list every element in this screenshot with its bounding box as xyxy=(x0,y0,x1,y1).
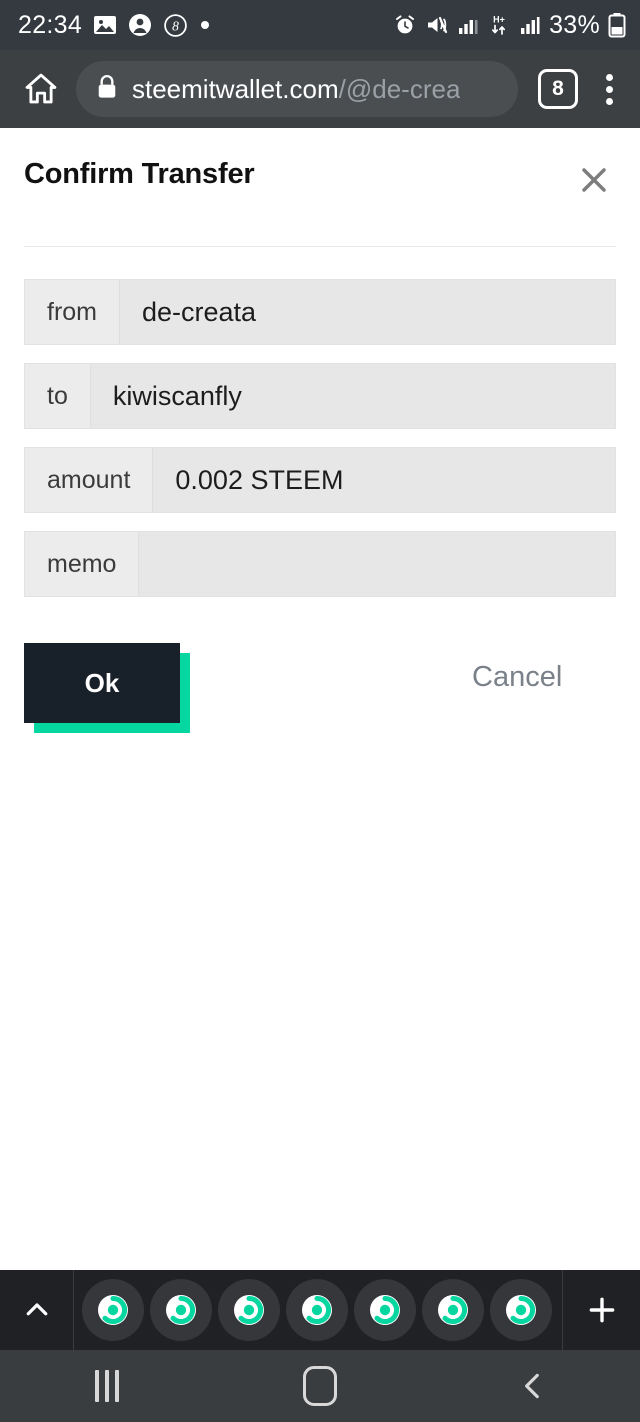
tab-thumb[interactable] xyxy=(490,1279,552,1341)
field-value: kiwiscanfly xyxy=(90,364,615,428)
field-value: 0.002 STEEM xyxy=(153,448,615,512)
tab-strip xyxy=(0,1270,640,1350)
field-label: from xyxy=(25,280,120,344)
ok-button[interactable]: Ok xyxy=(24,643,180,723)
field-value: de-creata xyxy=(120,280,615,344)
dialog-actions: Ok Cancel xyxy=(24,643,616,753)
open-tabs-list xyxy=(74,1279,562,1341)
tab-thumb[interactable] xyxy=(218,1279,280,1341)
home-square-icon[interactable] xyxy=(260,1350,380,1422)
status-bar-right: H+ 33% xyxy=(393,11,626,40)
signal-bars-2-icon xyxy=(519,14,541,36)
transfer-fields: from de-creata to kiwiscanfly amount 0.0… xyxy=(24,279,616,597)
header-divider xyxy=(24,246,616,247)
contact-icon xyxy=(128,13,152,37)
field-label: to xyxy=(25,364,91,428)
url-host: steemitwallet.com xyxy=(132,73,339,104)
field-label: memo xyxy=(25,532,140,596)
kebab-menu-icon[interactable] xyxy=(594,73,624,105)
android-nav-bar xyxy=(0,1350,640,1422)
browser-toolbar: steemitwallet.com/@de-crea 8 xyxy=(0,50,640,128)
field-label: amount xyxy=(25,448,154,512)
battery-icon xyxy=(608,12,626,38)
field-row-from: from de-creata xyxy=(24,279,616,345)
tab-thumb[interactable] xyxy=(422,1279,484,1341)
page-title: Confirm Transfer xyxy=(24,158,255,190)
svg-text:8: 8 xyxy=(172,18,179,33)
url-bar[interactable]: steemitwallet.com/@de-crea xyxy=(76,61,518,117)
tab-thumb[interactable] xyxy=(150,1279,212,1341)
vibrate-mute-icon xyxy=(425,13,449,37)
back-chevron-icon[interactable] xyxy=(473,1350,593,1422)
battery-percent-label: 33% xyxy=(549,10,600,39)
lock-icon xyxy=(96,74,118,105)
field-row-to: to kiwiscanfly xyxy=(24,363,616,429)
tab-thumb[interactable] xyxy=(82,1279,144,1341)
cancel-button[interactable]: Cancel xyxy=(472,661,562,694)
home-icon[interactable] xyxy=(12,70,70,108)
status-bar-left: 22:34 8 xyxy=(18,11,211,40)
status-bar: 22:34 8 H+ 33% xyxy=(0,0,640,50)
page-content: Confirm Transfer from de-creata to kiwis… xyxy=(0,128,640,1270)
url-text: steemitwallet.com/@de-crea xyxy=(132,74,460,105)
phone-screen: 22:34 8 H+ 33% steemitwallet.com/@de-cre… xyxy=(0,0,640,1422)
close-icon[interactable] xyxy=(572,158,616,202)
image-icon xyxy=(93,13,117,37)
tab-thumb[interactable] xyxy=(286,1279,348,1341)
ok-button-wrap: Ok xyxy=(24,643,190,733)
signal-bars-icon xyxy=(457,14,479,36)
field-row-memo: memo xyxy=(24,531,616,597)
plus-icon[interactable] xyxy=(562,1270,640,1350)
svg-text:H+: H+ xyxy=(493,15,505,25)
dot-icon xyxy=(199,19,211,31)
url-path: /@de-crea xyxy=(338,73,461,104)
tab-thumb[interactable] xyxy=(354,1279,416,1341)
field-row-amount: amount 0.002 STEEM xyxy=(24,447,616,513)
circled-8-icon: 8 xyxy=(163,13,188,38)
hplus-data-icon: H+ xyxy=(487,13,511,37)
chevron-up-icon[interactable] xyxy=(0,1270,74,1350)
field-value xyxy=(139,532,615,596)
dialog-header: Confirm Transfer xyxy=(24,128,616,202)
tab-count-button[interactable]: 8 xyxy=(538,69,578,109)
recents-icon[interactable] xyxy=(47,1350,167,1422)
status-clock: 22:34 xyxy=(18,10,83,39)
alarm-icon xyxy=(393,13,417,37)
